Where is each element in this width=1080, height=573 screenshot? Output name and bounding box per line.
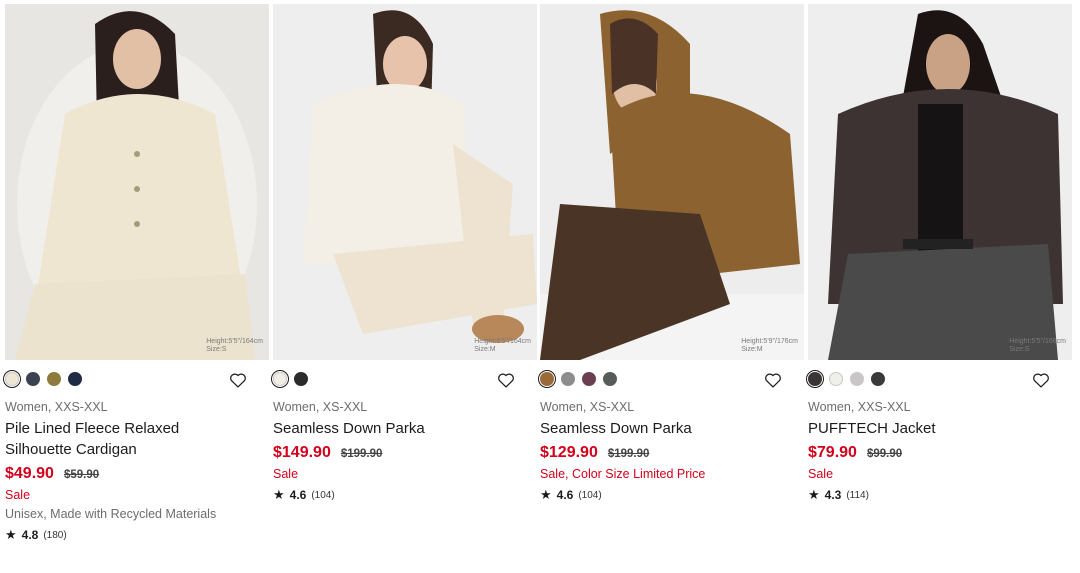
product-photo-figure [5, 4, 269, 360]
sale-price: $129.90 [540, 444, 598, 461]
product-image[interactable]: Height:5'5"/166cm Size:S [808, 4, 1072, 360]
color-swatches [805, 369, 885, 389]
color-swatch[interactable] [26, 372, 40, 386]
color-swatch[interactable] [582, 372, 596, 386]
model-info: Height:5'5"/164cm Size:M [474, 338, 531, 354]
model-size: Size:M [741, 346, 763, 353]
original-price: $199.90 [340, 448, 383, 460]
favorite-heart-icon[interactable] [229, 372, 247, 388]
favorite-heart-icon[interactable] [764, 372, 782, 388]
rating: ★ 4.8 (180) [5, 527, 269, 543]
color-swatches [537, 369, 617, 389]
color-swatch[interactable] [805, 369, 825, 389]
sale-flag: Sale [808, 467, 834, 481]
product-meta: Women, XS-XXL [540, 400, 635, 414]
star-icon: ★ [273, 487, 285, 502]
product-card[interactable]: Height:5'9"/176cm Size:M Women, XS-XXL S… [537, 4, 804, 503]
model-info: Height:5'9"/176cm Size:M [741, 338, 798, 354]
color-swatch[interactable] [603, 372, 617, 386]
color-swatch[interactable] [47, 372, 61, 386]
model-info: Height:5'5"/164cm Size:S [206, 338, 263, 354]
star-icon: ★ [5, 527, 17, 542]
product-image[interactable]: Height:5'9"/176cm Size:M [540, 4, 804, 360]
swatch-row [805, 368, 1072, 396]
sale-flag: Sale, Color Size Limited Price [540, 467, 706, 481]
favorite-heart-icon[interactable] [497, 372, 515, 388]
color-swatch[interactable] [850, 372, 864, 386]
color-swatches [2, 369, 82, 389]
product-meta: Women, XXS-XXL [5, 400, 108, 414]
product-card[interactable]: Height:5'5"/164cm Size:S Women, XXS-XXL … [2, 4, 269, 543]
swatch-row [537, 368, 804, 396]
color-swatch[interactable] [537, 369, 557, 389]
color-swatch[interactable] [871, 372, 885, 386]
product-name[interactable]: Pile Lined Fleece Relaxed Silhouette Car… [5, 418, 245, 460]
rating-score: 4.6 [289, 488, 307, 502]
swatch-row [270, 368, 537, 396]
model-info: Height:5'5"/166cm Size:S [1009, 338, 1066, 354]
product-photo-figure [273, 4, 537, 360]
price-row: $129.90 $199.90 [540, 444, 804, 462]
model-height: Height:5'9"/176cm [741, 338, 798, 345]
color-swatch[interactable] [829, 372, 843, 386]
price-row: $149.90 $199.90 [273, 444, 537, 462]
color-swatch[interactable] [561, 372, 575, 386]
sale-price: $79.90 [808, 444, 857, 461]
product-photo-figure [808, 4, 1072, 360]
swatch-row [2, 368, 269, 396]
rating-score: 4.8 [21, 528, 39, 542]
product-grid: Height:5'5"/164cm Size:S Women, XXS-XXL … [0, 0, 1080, 573]
model-size: Size:M [474, 346, 496, 353]
review-count: (114) [846, 489, 869, 501]
product-card[interactable]: Height:5'5"/164cm Size:M Women, XS-XXL S… [270, 4, 537, 503]
model-height: Height:5'5"/166cm [1009, 338, 1066, 345]
review-count: (104) [311, 489, 335, 501]
original-price: $199.90 [607, 448, 650, 460]
model-size: Size:S [206, 346, 227, 353]
color-swatch[interactable] [294, 372, 308, 386]
sale-price: $149.90 [273, 444, 331, 461]
review-count: (180) [43, 529, 67, 541]
product-name[interactable]: Seamless Down Parka [273, 418, 513, 439]
product-meta: Women, XS-XXL [273, 400, 368, 414]
color-swatch[interactable] [270, 369, 290, 389]
original-price: $59.90 [63, 469, 100, 481]
model-size: Size:S [1009, 346, 1030, 353]
rating: ★ 4.6 (104) [540, 487, 804, 503]
sale-flag: Sale [273, 467, 299, 481]
product-photo-figure [540, 4, 804, 360]
rating-score: 4.3 [824, 488, 842, 502]
product-name[interactable]: Seamless Down Parka [540, 418, 780, 439]
color-swatches [270, 369, 308, 389]
product-image[interactable]: Height:5'5"/164cm Size:S [5, 4, 269, 360]
product-card[interactable]: Height:5'5"/166cm Size:S Women, XXS-XXL … [805, 4, 1072, 503]
original-price: $99.90 [866, 448, 903, 460]
star-icon: ★ [540, 487, 552, 502]
sale-price: $49.90 [5, 465, 54, 482]
sale-flag: Sale [5, 488, 31, 502]
product-image[interactable]: Height:5'5"/164cm Size:M [273, 4, 537, 360]
color-swatch[interactable] [2, 369, 22, 389]
rating: ★ 4.3 (114) [808, 487, 1072, 503]
rating-score: 4.6 [556, 488, 574, 502]
product-name[interactable]: PUFFTECH Jacket [808, 418, 1048, 439]
product-meta: Women, XXS-XXL [808, 400, 911, 414]
favorite-heart-icon[interactable] [1032, 372, 1050, 388]
product-feature: Unisex, Made with Recycled Materials [5, 507, 217, 521]
rating: ★ 4.6 (104) [273, 487, 537, 503]
color-swatch[interactable] [68, 372, 82, 386]
price-row: $79.90 $99.90 [808, 444, 1072, 462]
star-icon: ★ [808, 487, 820, 502]
review-count: (104) [578, 489, 602, 501]
model-height: Height:5'5"/164cm [206, 338, 263, 345]
model-height: Height:5'5"/164cm [474, 338, 531, 345]
price-row: $49.90 $59.90 [5, 465, 269, 483]
